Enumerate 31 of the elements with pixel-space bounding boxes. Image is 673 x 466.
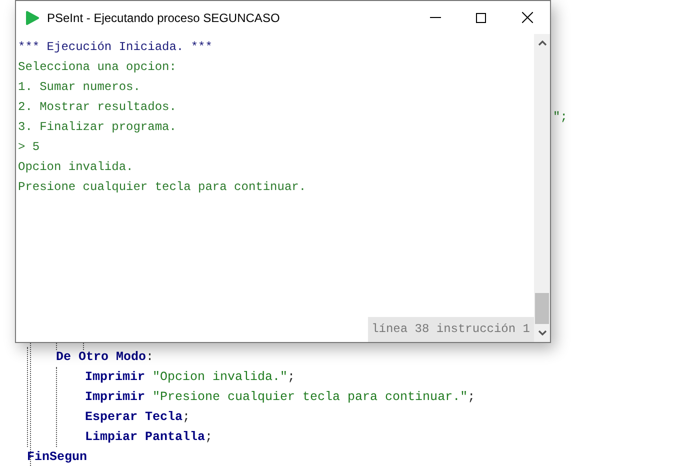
- console-line: Presione cualquier tecla para continuar.: [18, 179, 306, 196]
- close-icon: [522, 12, 532, 23]
- window-title: PSeInt - Ejecutando proceso SEGUNCASO: [47, 10, 280, 26]
- code-keyword: De Otro Modo: [56, 349, 146, 366]
- console-line: 2. Mostrar resultados.: [18, 99, 176, 116]
- code-string: "Opcion invalida.": [152, 369, 288, 386]
- console-line: 1. Sumar numeros.: [18, 79, 140, 96]
- code-keyword: FinSegun: [27, 449, 88, 466]
- scroll-thumb[interactable]: [535, 293, 549, 324]
- code-keyword: Imprimir: [85, 389, 146, 406]
- code-punctuation: ;: [205, 429, 213, 446]
- code-keyword: Esperar Tecla: [85, 409, 183, 426]
- code-punctuation: ;: [182, 409, 190, 426]
- minimize-icon: [430, 17, 440, 18]
- console-line: Selecciona una opcion:: [18, 59, 176, 76]
- app-logo-icon: [25, 10, 39, 24]
- code-punctuation: ;: [468, 389, 476, 406]
- code-string: ";: [553, 109, 568, 126]
- scroll-up-icon[interactable]: [538, 40, 546, 46]
- code-punctuation: ;: [288, 369, 296, 386]
- console-line: > 5: [18, 139, 40, 156]
- code-keyword: Limpiar Pantalla: [85, 429, 206, 446]
- console-line: *** Ejecución Iniciada. ***: [18, 39, 212, 56]
- code-keyword: Imprimir: [85, 369, 146, 386]
- console-line: Opcion invalida.: [18, 159, 134, 176]
- status-label: línea 38 instrucción 1: [368, 317, 534, 342]
- console-line: 3. Finalizar programa.: [18, 119, 176, 136]
- code-punctuation: :: [146, 349, 154, 366]
- code-string: "Presione cualquier tecla para continuar.": [152, 389, 468, 406]
- maximize-icon: [476, 12, 486, 22]
- scroll-down-icon[interactable]: [538, 330, 546, 336]
